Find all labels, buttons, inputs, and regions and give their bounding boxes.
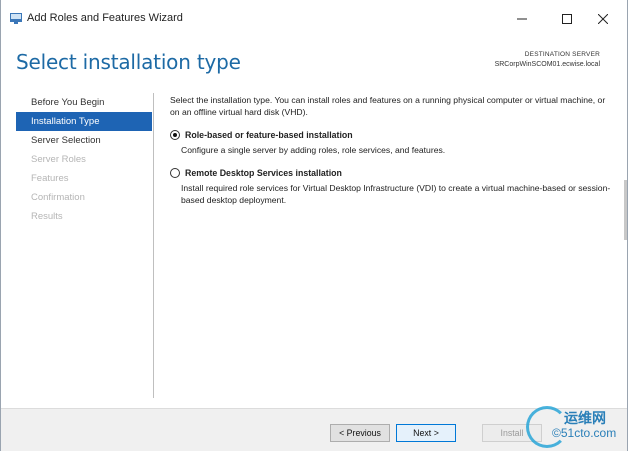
content-panel: Select the installation type. You can in… <box>170 94 610 205</box>
maximize-icon <box>562 14 572 24</box>
wizard-window: Add Roles and Features Wizard Select ins… <box>0 0 628 451</box>
watermark-text-cn: 运维网 <box>564 410 606 426</box>
option-role-based-label[interactable]: Role-based or feature-based installation <box>185 129 353 141</box>
wizard-nav: Before You Begin Installation Type Serve… <box>16 93 152 226</box>
destination-server-label: DESTINATION SERVER <box>524 51 600 58</box>
radio-role-based[interactable] <box>170 130 180 140</box>
title-bar[interactable]: Add Roles and Features Wizard <box>1 3 627 33</box>
option-role-based[interactable]: Role-based or feature-based installation <box>170 129 353 141</box>
maximize-button[interactable] <box>548 7 586 31</box>
previous-button[interactable]: < Previous <box>330 424 390 442</box>
close-button[interactable] <box>584 7 622 31</box>
window-edge-shadow <box>624 180 627 240</box>
watermark: 运维网 ©51cto.com <box>520 404 626 448</box>
nav-item-before-you-begin[interactable]: Before You Begin <box>16 93 152 112</box>
nav-item-confirmation: Confirmation <box>31 192 85 203</box>
nav-item-results: Results <box>31 211 63 222</box>
option-remote-desktop-description: Install required role services for Virtu… <box>181 183 611 205</box>
option-role-based-description: Configure a single server by adding role… <box>181 145 446 155</box>
destination-server-name: SRCorpWinSCOM01.ecwise.local <box>494 61 600 68</box>
nav-divider <box>153 93 154 398</box>
nav-item-features: Features <box>31 173 69 184</box>
minimize-icon <box>517 18 527 20</box>
window-title: Add Roles and Features Wizard <box>27 12 183 24</box>
nav-item-server-selection[interactable]: Server Selection <box>16 131 152 150</box>
nav-item-server-roles: Server Roles <box>31 154 86 165</box>
watermark-text-site: ©51cto.com <box>552 426 617 440</box>
radio-remote-desktop[interactable] <box>170 168 180 178</box>
close-icon <box>598 14 608 24</box>
header-divider <box>1 80 627 81</box>
intro-text: Select the installation type. You can in… <box>170 95 606 117</box>
minimize-button[interactable] <box>503 7 541 31</box>
server-manager-icon <box>10 13 22 24</box>
page-title: Select installation type <box>16 50 241 74</box>
next-button[interactable]: Next > <box>396 424 456 442</box>
option-remote-desktop-label[interactable]: Remote Desktop Services installation <box>185 167 342 179</box>
option-remote-desktop[interactable]: Remote Desktop Services installation <box>170 167 342 179</box>
nav-item-installation-type[interactable]: Installation Type <box>16 112 152 131</box>
